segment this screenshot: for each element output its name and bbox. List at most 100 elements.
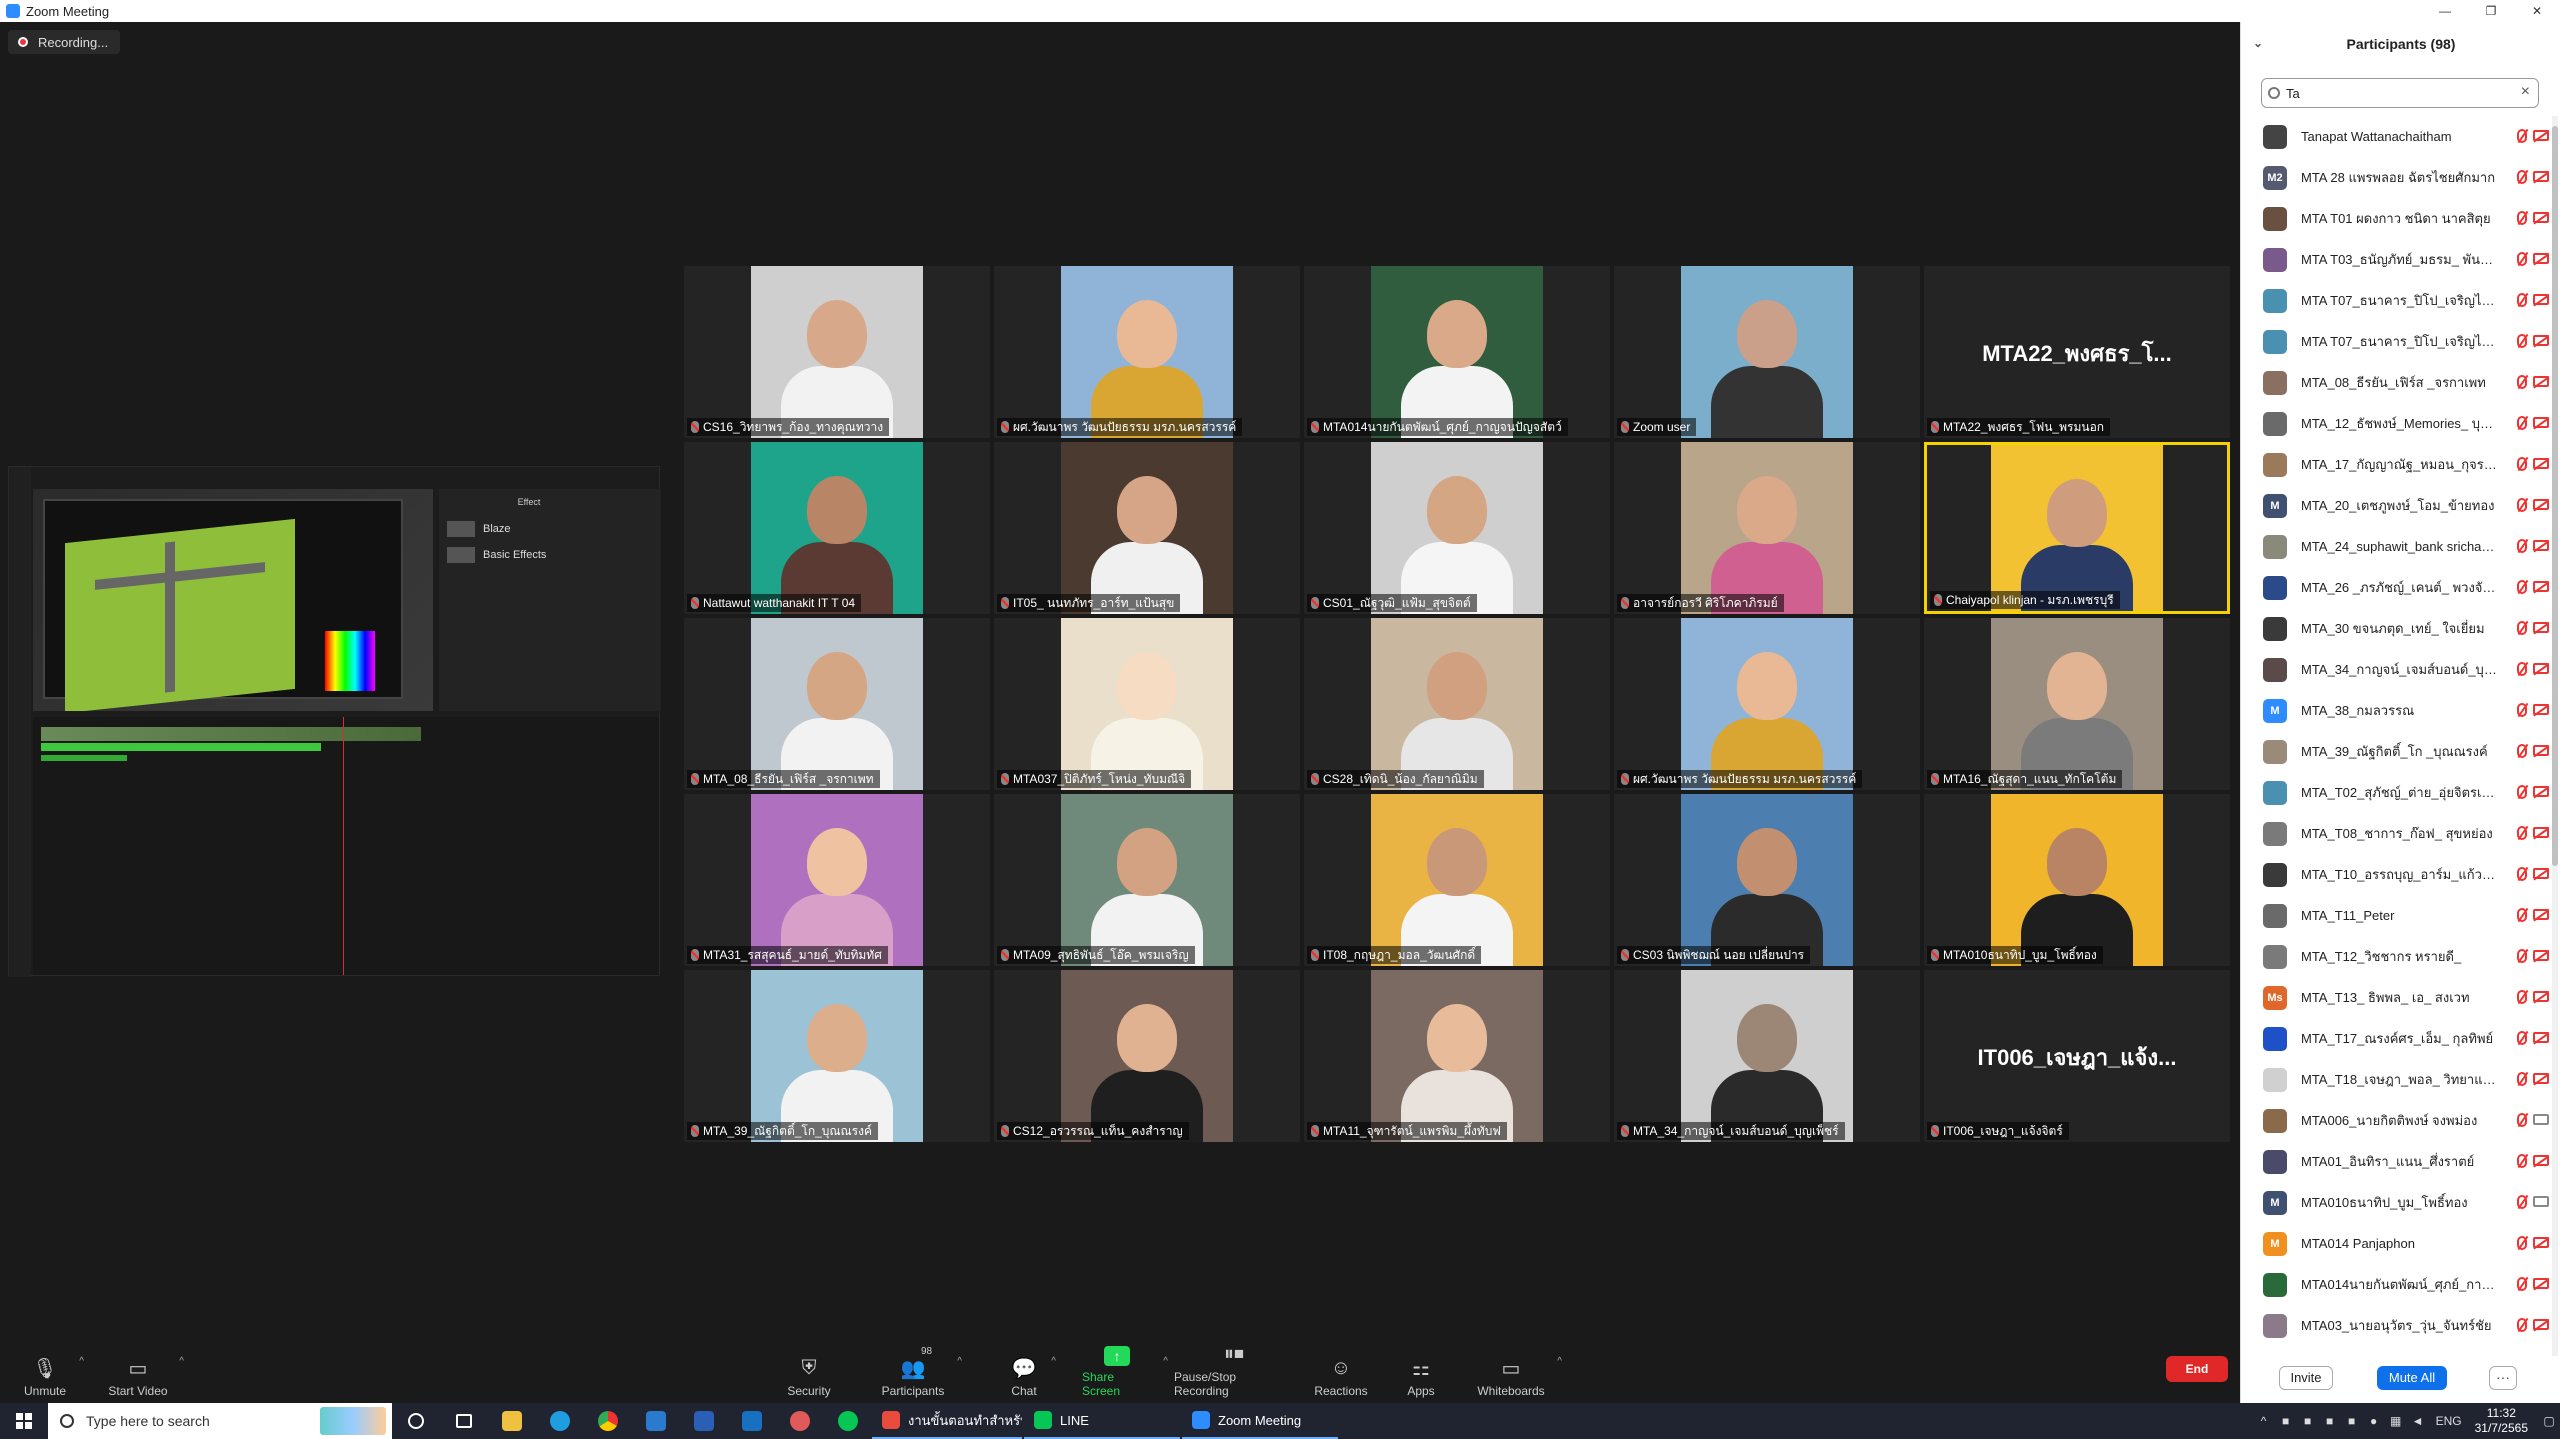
video-tile[interactable]: MTA31_รสสุคนธ์_มายด์_ทับทิมทัศ (684, 794, 990, 966)
taskbar-app-button[interactable]: LINE (1024, 1403, 1180, 1439)
video-tile[interactable]: CS16_วิทยาพร_ก้อง_ทางคุณทวาง (684, 266, 990, 438)
line-icon[interactable] (824, 1403, 872, 1439)
video-tile[interactable]: MTA014นายกันตพัฒน์_ศุภย์_กาญจนปัญจสัตว์ (1304, 266, 1610, 438)
participant-row[interactable]: MTA_12_ธัชพงษ์_Memories_ บุต... (2241, 403, 2549, 444)
share-screen-button[interactable]: ↑ Share Screen ^ (1082, 1346, 1168, 1398)
participant-row[interactable]: MTA01_อินทิรา_แนน_ศึ่งราตย์ (2241, 1141, 2549, 1182)
participant-row[interactable]: M MTA_38_กมลวรรณ (2241, 690, 2549, 731)
participant-row[interactable]: MTA_26 _ภรภัชญ์_เคนต์_ พวงจันทร์ (2241, 567, 2549, 608)
notification-icon[interactable]: ▢ (2538, 1414, 2560, 1428)
mute-all-button[interactable]: Mute All (2377, 1366, 2447, 1390)
word-icon[interactable] (680, 1403, 728, 1439)
video-tile[interactable]: CS01_ณัฐวุฒิ_แฟ้ม_สุขจิตต์ (1304, 442, 1610, 614)
more-options-button[interactable]: ··· (2489, 1366, 2517, 1390)
participant-row[interactable]: MTA_39_ณัฐกิตติ์_โก _บุณณรงค์ (2241, 731, 2549, 772)
video-tile[interactable]: MTA_39_ณัฐกิตติ์_โก_บุณณรงค์ (684, 970, 990, 1142)
participant-row[interactable]: M MTA010ธนาทิป_บูม_โพธิ์ทอง (2241, 1182, 2549, 1223)
language-indicator[interactable]: ENG (2429, 1414, 2469, 1428)
chevron-up-icon[interactable]: ^ (179, 1356, 184, 1367)
video-tile[interactable]: IT08_กฤษฎา_มอล_วัฒนศักดิ์ (1304, 794, 1610, 966)
chat-button[interactable]: 💬 Chat ^ (1008, 1348, 1056, 1398)
video-tile[interactable]: MTA09_สุทธิพันธ์_โอ๊ค_พรมเจริญ (994, 794, 1300, 966)
chevron-up-icon[interactable]: ^ (79, 1356, 84, 1367)
participant-row[interactable]: MTA T07_ธนาคาร_ปิโป_เจริญไทย (2241, 280, 2549, 321)
chrome-icon[interactable] (584, 1403, 632, 1439)
participant-row[interactable]: MTA T03_ธนัญภัทย์_มธรม_ พันธุ์ใ... (2241, 239, 2549, 280)
chevron-up-icon[interactable]: ^ (1557, 1356, 1562, 1367)
start-video-button[interactable]: ▭ Start Video ^ (108, 1348, 184, 1398)
chevron-up-icon[interactable]: ^ (957, 1356, 962, 1367)
participant-row[interactable]: M MTA_20_เตชภูพงษ์_โอม_ข้ายทอง (2241, 485, 2549, 526)
apps-button[interactable]: ⚏ Apps (1406, 1348, 1436, 1399)
taskbar-app-button[interactable]: งานขั้นตอนทำสำหรับ C... (872, 1403, 1022, 1439)
video-tile[interactable]: MTA11_จุฑารัตน์_แพรพิม_ผึ้งทับฟ (1304, 970, 1610, 1142)
tray-app-icon[interactable]: ■ (2297, 1414, 2319, 1428)
tray-app-icon[interactable]: ■ (2319, 1414, 2341, 1428)
participant-row[interactable]: MTA_24_suphawit_bank srichaw... (2241, 526, 2549, 567)
task-view-icon[interactable] (440, 1403, 488, 1439)
taskbar-app-button[interactable]: Zoom Meeting (1182, 1403, 1338, 1439)
video-tile[interactable]: ผศ.วัฒนาพร วัฒนปัยธรรม มรภ.นครสวรรค์ (994, 266, 1300, 438)
restore-button[interactable]: ❐ (2468, 0, 2514, 22)
video-tile[interactable]: IT05_ นนทภัทร_อาร์ท_แป้นสุข (994, 442, 1300, 614)
app-icon[interactable] (776, 1403, 824, 1439)
participant-row[interactable]: MTA_T17_ณรงค์ศร_เอ็ม_ กุลทิพย์ (2241, 1018, 2549, 1059)
minimize-button[interactable]: — (2422, 0, 2468, 22)
whiteboards-button[interactable]: ▭ Whiteboards ^ (1476, 1348, 1562, 1398)
video-tile[interactable]: Nattawut watthanakit IT T 04 (684, 442, 990, 614)
video-tile[interactable]: MTA16_ณัฐสุดา_แนน_ทักโคโต้ม (1924, 618, 2230, 790)
video-tile[interactable]: CS03 นิพพิชฌณ์ นอย เปลี่ยนปาร (1614, 794, 1920, 966)
participant-row[interactable]: MTA_08_ธีรยัน_เฟิร์ส _จรกาเพท (2241, 362, 2549, 403)
participant-row[interactable]: MTA_T02_สุภัชญ์_ต่าย_อุ่ยจิตรเลศย (2241, 772, 2549, 813)
video-tile[interactable]: MTA010ธนาทิป_บูม_โพธิ์ทอง (1924, 794, 2230, 966)
cortana-icon[interactable] (392, 1403, 440, 1439)
tray-app-icon[interactable]: ■ (2341, 1414, 2363, 1428)
participant-row[interactable]: M MTA014 Panjaphon (2241, 1223, 2549, 1264)
clear-search-icon[interactable]: × (2521, 83, 2530, 101)
edge-icon[interactable] (536, 1403, 584, 1439)
participant-row[interactable]: MTA_T11_Peter (2241, 895, 2549, 936)
store-icon[interactable] (632, 1403, 680, 1439)
participant-row[interactable]: MTA03_นายอนุวัตร_วุ่น_จันทร์ชัย (2241, 1305, 2549, 1346)
mail-icon[interactable] (728, 1403, 776, 1439)
participants-scrollbar[interactable] (2552, 116, 2558, 1356)
participant-row[interactable]: MTA_T18_เจษฎา_พอล_ วิทยาแสรณ์ (2241, 1059, 2549, 1100)
file-explorer-icon[interactable] (488, 1403, 536, 1439)
participant-row[interactable]: MTA_T12_วิชชากร หรายดี_ (2241, 936, 2549, 977)
chevron-down-icon[interactable]: ⌄ (2253, 36, 2263, 50)
security-button[interactable]: ⛨ Security (786, 1348, 832, 1399)
chevron-up-icon[interactable]: ^ (2253, 1414, 2275, 1428)
participant-search-input[interactable] (2286, 85, 2506, 101)
tray-app-icon[interactable]: ■ (2275, 1414, 2297, 1428)
taskbar-search[interactable]: Type here to search (48, 1403, 392, 1439)
participant-row[interactable]: MTA006_นายกิตติพงษ์ จงพม่อง (2241, 1100, 2549, 1141)
chevron-up-icon[interactable]: ^ (1051, 1356, 1056, 1367)
video-tile[interactable]: MTA037_ปิติภัทร์_โหน่ง_ทับมณีจิ (994, 618, 1300, 790)
reactions-button[interactable]: ☺ Reactions (1314, 1348, 1368, 1399)
video-tile[interactable]: MTA_08_ธีรยัน_เฟิร์ส _จรกาเพท (684, 618, 990, 790)
participant-row[interactable]: MTA014นายกันตพัฒน์_ศุภย์_กาญ... (2241, 1264, 2549, 1305)
video-tile[interactable]: Zoom user (1614, 266, 1920, 438)
participant-row[interactable]: MTA T01 ผดงกาว ชนิดา นาคสิตุย (2241, 198, 2549, 239)
participant-row[interactable]: Tanapat Wattanachaitham (2241, 116, 2549, 157)
shared-screen[interactable]: Effect Blaze Basic Effects (8, 466, 661, 977)
scrollbar-thumb[interactable] (2552, 126, 2558, 866)
video-tile[interactable]: อาจารย์กอรวี ศิริโภคาภิรมย์ (1614, 442, 1920, 614)
participant-row[interactable]: MTA_30 ขจนภตุด_เทย์_ ใจเยี่ยม (2241, 608, 2549, 649)
participant-row[interactable]: MTA T07_ธนาคาร_ปิโป_เจริญไทย (2241, 321, 2549, 362)
video-tile[interactable]: CS12_อรวรรณ_แท็น_คงสำราญ (994, 970, 1300, 1142)
participant-row[interactable]: MTA_T10_อรรถบุญ_อาร์ม_แก้วตา (2241, 854, 2549, 895)
close-button[interactable]: ✕ (2514, 0, 2560, 22)
volume-icon[interactable]: ◄ (2407, 1414, 2429, 1428)
invite-button[interactable]: Invite (2279, 1366, 2333, 1390)
participants-button[interactable]: 👥 98 Participants ^ (880, 1346, 962, 1398)
unmute-button[interactable]: 🎙 Unmute ^ (22, 1348, 84, 1398)
video-tile[interactable]: ผศ.วัฒนาพร วัฒนปัยธรรม มรภ.นครสวรรค์ (1614, 618, 1920, 790)
end-meeting-button[interactable]: End (2166, 1356, 2228, 1382)
participant-row[interactable]: MTA_34_กาญจน์_เจมส์บอนด์_บุญเ... (2241, 649, 2549, 690)
network-icon[interactable]: ▦ (2385, 1414, 2407, 1428)
start-button[interactable] (0, 1403, 48, 1439)
participant-row[interactable]: Ms MTA_T13_ ธิพพล_ เอ_ สงเวท (2241, 977, 2549, 1018)
participant-row[interactable]: MTA_17_กัญญาณัฐ_หมอน_กุจรเทศ (2241, 444, 2549, 485)
video-tile[interactable]: CS28_เทิดนิ_น้อง_กัลยาณิมิม (1304, 618, 1610, 790)
